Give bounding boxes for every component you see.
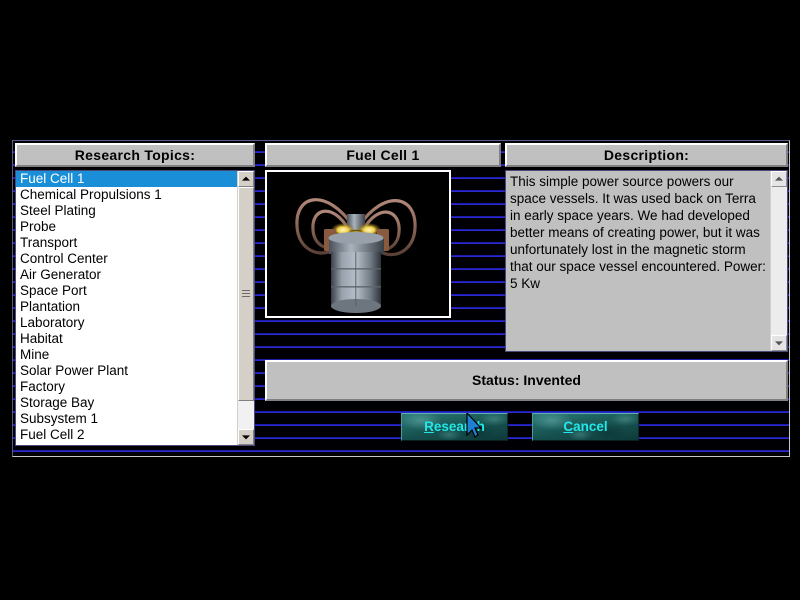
triangle-up-icon — [775, 176, 783, 181]
topics-scroll-up-button[interactable] — [238, 171, 254, 187]
fuel-cell-render-icon — [267, 172, 449, 316]
list-item[interactable]: Chemical Propulsions 1 — [16, 187, 237, 203]
research-topics-header: Research Topics: — [15, 143, 255, 167]
topics-scroll-track[interactable] — [238, 187, 254, 429]
list-item[interactable]: Space Port — [16, 283, 237, 299]
description-textbox[interactable]: This simple power source powers our spac… — [505, 170, 788, 352]
list-item[interactable]: Fuel Cell 1 — [16, 171, 237, 187]
topics-scroll-down-button[interactable] — [238, 429, 254, 445]
list-item[interactable]: Mine — [16, 347, 237, 363]
triangle-down-icon — [242, 435, 250, 440]
description-scroll-down-button[interactable] — [771, 335, 787, 351]
list-item[interactable]: Control Center — [16, 251, 237, 267]
list-item[interactable]: Factory — [16, 379, 237, 395]
triangle-down-icon — [775, 341, 783, 346]
description-scroll-track[interactable] — [771, 187, 787, 335]
description-header: Description: — [505, 143, 788, 167]
research-button-label: esearch — [433, 419, 485, 434]
research-topics-list[interactable]: Fuel Cell 1 Chemical Propulsions 1 Steel P… — [16, 171, 237, 445]
topics-scroll-thumb[interactable] — [238, 187, 254, 401]
game-screen: Research Topics: Fuel Cell 1 Description… — [0, 0, 800, 600]
list-item[interactable]: Fuel Cell 2 — [16, 427, 237, 443]
research-button[interactable]: Research — [401, 413, 508, 441]
list-item[interactable]: Steel Plating — [16, 203, 237, 219]
research-dialog: Research Topics: Fuel Cell 1 Description… — [12, 140, 790, 457]
topics-scrollbar[interactable] — [237, 171, 254, 445]
description-scroll-up-button[interactable] — [771, 171, 787, 187]
research-button-accel: R — [424, 419, 434, 434]
list-item[interactable]: Air Generator — [16, 267, 237, 283]
list-item[interactable]: Subsystem 1 — [16, 411, 237, 427]
list-item[interactable]: Laboratory — [16, 315, 237, 331]
list-item[interactable]: Solar Power Plant — [16, 363, 237, 379]
topic-preview-image — [265, 170, 451, 318]
grip-icon — [242, 290, 250, 298]
list-item[interactable]: Habitat — [16, 331, 237, 347]
cancel-button-accel: C — [563, 419, 574, 434]
triangle-up-icon — [242, 176, 250, 181]
status-bar: Status: Invented — [265, 360, 788, 401]
research-topics-listbox[interactable]: Fuel Cell 1 Chemical Propulsions 1 Steel P… — [15, 170, 255, 446]
cancel-button[interactable]: Cancel — [532, 413, 639, 441]
description-text: This simple power source powers our spac… — [510, 174, 766, 291]
description-scrollbar[interactable] — [770, 171, 787, 351]
list-item[interactable]: Probe — [16, 219, 237, 235]
selected-topic-title: Fuel Cell 1 — [265, 143, 501, 167]
list-item[interactable]: Storage Bay — [16, 395, 237, 411]
list-item[interactable]: Plantation — [16, 299, 237, 315]
cancel-button-label: ancel — [573, 419, 608, 434]
list-item[interactable]: Transport — [16, 235, 237, 251]
